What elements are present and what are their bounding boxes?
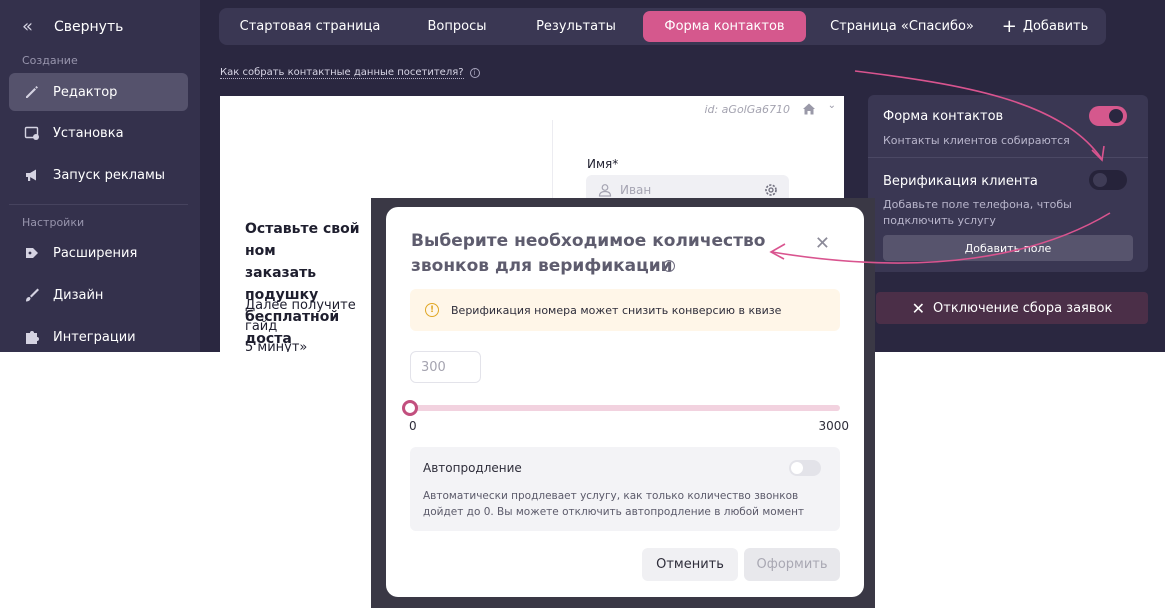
warning-icon: ! — [425, 303, 439, 317]
tab-start-page[interactable]: Стартовая страница — [229, 11, 391, 42]
autorenew-block: Автопродление Автоматически продлевает у… — [410, 447, 840, 531]
sidebar-divider — [9, 204, 188, 205]
install-icon — [23, 124, 41, 142]
sidebar-item-install[interactable]: Установка — [9, 114, 188, 152]
verification-title: Верификация клиента — [883, 174, 1038, 189]
add-tab-button[interactable]: + Добавить — [995, 11, 1095, 42]
info-icon: i — [469, 68, 480, 78]
tab-results[interactable]: Результаты — [523, 11, 629, 42]
autorenew-title: Автопродление — [423, 461, 522, 475]
submit-button[interactable]: Оформить — [744, 548, 840, 581]
contact-settings-panel: Форма контактов Контакты клиентов собира… — [868, 95, 1148, 272]
name-input-placeholder: Иван — [620, 183, 652, 197]
add-field-button[interactable]: Добавить поле — [883, 235, 1133, 261]
autorenew-toggle[interactable] — [789, 460, 821, 476]
sidebar-item-label: Установка — [53, 125, 124, 141]
contact-form-desc: Контакты клиентов собираются — [883, 134, 1070, 147]
sidebar-item-label: Расширения — [53, 245, 138, 261]
tab-label: Вопросы — [427, 19, 487, 34]
toggle-knob — [791, 462, 803, 474]
help-link-text: Как собрать контактные данные посетителя… — [220, 67, 464, 79]
sidebar-item-integrations[interactable]: Интеграции — [9, 318, 188, 352]
home-icon[interactable] — [802, 101, 816, 115]
info-icon[interactable]: i — [663, 260, 675, 272]
close-icon: ✕ — [911, 298, 926, 318]
preview-id: id: aGolGa6710 — [704, 103, 790, 116]
slider-min-label: 0 — [409, 419, 417, 433]
sidebar-item-ads[interactable]: Запуск рекламы — [9, 156, 188, 194]
user-icon — [598, 183, 612, 197]
plus-icon: + — [1001, 15, 1017, 37]
preview-subtext: Далее получите гайд 5 минут» — [245, 298, 356, 352]
help-link[interactable]: Как собрать контактные данные посетителя… — [220, 67, 480, 79]
puzzle-icon — [23, 328, 41, 346]
toggle-knob — [1093, 173, 1107, 187]
tab-thank-you-page[interactable]: Страница «Спасибо» — [823, 11, 981, 42]
megaphone-icon — [23, 166, 41, 184]
step-tabs: Стартовая страница Вопросы Результаты Фо… — [219, 8, 1106, 45]
tab-label: Стартовая страница — [239, 19, 381, 34]
sidebar-item-label: Редактор — [53, 84, 118, 100]
double-chevron-left-icon: « — [22, 16, 34, 37]
close-icon[interactable]: ✕ — [815, 233, 830, 254]
gear-icon[interactable] — [763, 182, 779, 198]
calls-slider-track[interactable] — [402, 400, 840, 416]
disable-collection-label: Отключение сбора заявок — [933, 300, 1113, 316]
sidebar-collapse-label: Свернуть — [54, 18, 124, 35]
cancel-button[interactable]: Отменить — [642, 548, 738, 581]
sidebar-section-settings: Настройки — [22, 216, 85, 229]
tab-contact-form[interactable]: Форма контактов — [643, 11, 806, 42]
calls-slider-thumb[interactable] — [402, 400, 418, 416]
sidebar-item-design[interactable]: Дизайн — [9, 276, 188, 314]
tab-label: Страница «Спасибо» — [830, 19, 974, 34]
sidebar: « Свернуть Создание Редактор Установка З… — [0, 0, 200, 352]
calls-count-input[interactable]: 300 — [410, 351, 481, 383]
sidebar-item-extensions[interactable]: Расширения — [9, 234, 188, 272]
sidebar-item-label: Интеграции — [53, 329, 136, 345]
add-tab-label: Добавить — [1022, 19, 1089, 34]
pencil-icon — [23, 83, 41, 101]
chevron-down-icon[interactable]: ⌄ — [828, 100, 836, 111]
disable-collection-button[interactable]: ✕ Отключение сбора заявок — [876, 292, 1148, 324]
extension-icon — [23, 244, 41, 262]
warning-text: Верификация номера может снизить конверс… — [451, 303, 782, 317]
contact-form-toggle[interactable] — [1089, 106, 1127, 126]
toggle-knob — [1109, 109, 1123, 123]
tab-label: Форма контактов — [664, 19, 785, 34]
slider-max-label: 3000 — [818, 419, 849, 433]
panel-divider — [868, 157, 1148, 158]
modal-title: Выберите необходимое количество звонков … — [411, 231, 766, 276]
verification-toggle[interactable] — [1089, 170, 1127, 190]
verification-desc: Добавьте поле телефона, чтобы подключить… — [883, 198, 1072, 227]
sidebar-item-label: Запуск рекламы — [53, 167, 166, 183]
tab-questions[interactable]: Вопросы — [411, 11, 503, 42]
modal-backdrop: Выберите необходимое количество звонков … — [371, 198, 875, 608]
sidebar-item-editor[interactable]: Редактор — [9, 73, 188, 111]
sidebar-collapse[interactable]: « Свернуть — [22, 16, 123, 37]
verification-calls-modal: Выберите необходимое количество звонков … — [386, 207, 864, 597]
name-field-label: Имя* — [587, 157, 619, 171]
autorenew-desc: Автоматически продлевает услугу, как тол… — [423, 490, 805, 518]
contact-form-title: Форма контактов — [883, 109, 1004, 124]
calls-count-placeholder: 300 — [421, 359, 446, 375]
sidebar-item-label: Дизайн — [53, 287, 104, 303]
tab-label: Результаты — [536, 19, 616, 34]
warning-banner: ! Верификация номера может снизить конве… — [410, 289, 840, 331]
brush-icon — [23, 286, 41, 304]
sidebar-section-create: Создание — [22, 54, 78, 67]
